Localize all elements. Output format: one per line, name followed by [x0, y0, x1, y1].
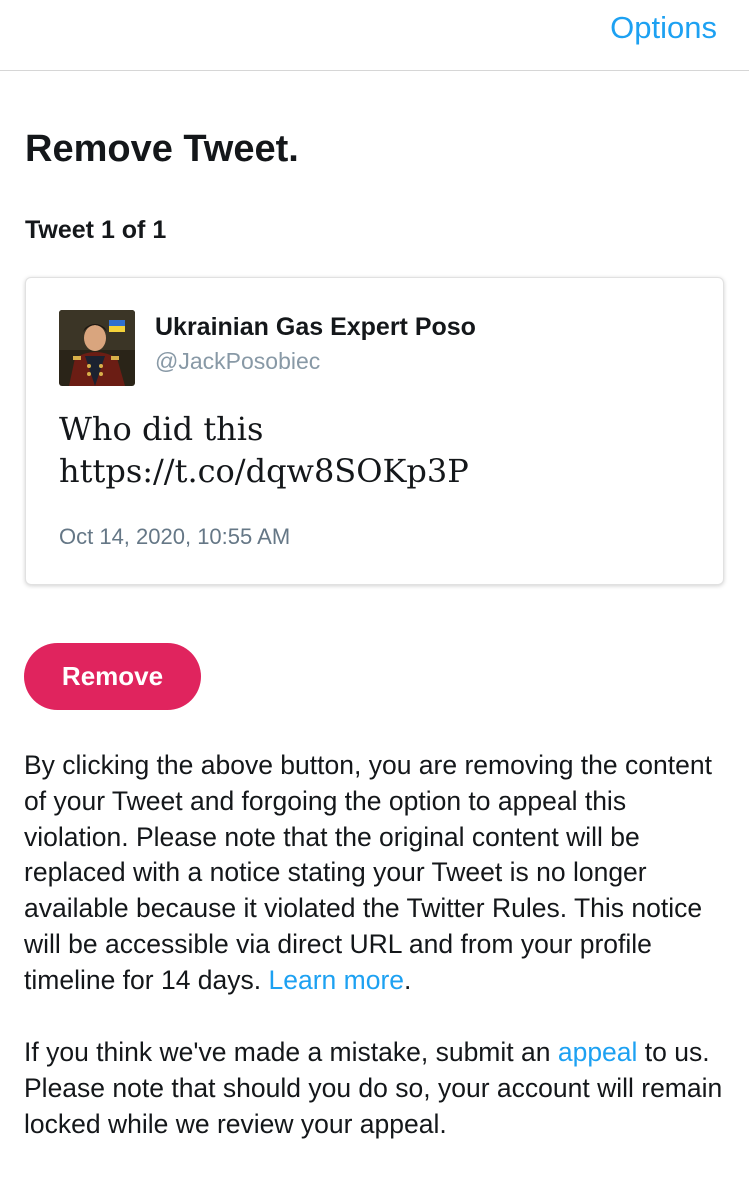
removal-notice-end: .: [404, 964, 412, 995]
tweet-text: Who did this https://t.co/dqw8SOKp3P: [59, 408, 699, 492]
removal-notice: By clicking the above button, you are re…: [24, 748, 734, 999]
avatar: [59, 310, 135, 386]
learn-more-link[interactable]: Learn more: [269, 965, 405, 995]
appeal-text-before: If you think we've made a mistake, submi…: [24, 1037, 558, 1067]
tweet-card: Ukrainian Gas Expert Poso @JackPosobiec …: [25, 277, 724, 585]
page-title: Remove Tweet.: [25, 128, 299, 170]
tweet-text-line: Who did this: [59, 410, 264, 448]
options-link[interactable]: Options: [610, 8, 717, 48]
appeal-notice: If you think we've made a mistake, submi…: [24, 1035, 734, 1142]
top-bar: Options: [0, 0, 749, 71]
author-handle: @JackPosobiec: [155, 348, 321, 374]
tweet-timestamp: Oct 14, 2020, 10:55 AM: [59, 524, 291, 549]
portrait-avatar-image: [59, 310, 135, 386]
tweet-link[interactable]: https://t.co/dqw8SOKp3P: [59, 450, 699, 492]
author-name: Ukrainian Gas Expert Poso: [155, 313, 476, 341]
appeal-link[interactable]: appeal: [558, 1037, 638, 1067]
remove-button[interactable]: Remove: [24, 643, 201, 710]
tweet-count: Tweet 1 of 1: [25, 216, 167, 244]
removal-notice-text: By clicking the above button, you are re…: [24, 750, 712, 995]
